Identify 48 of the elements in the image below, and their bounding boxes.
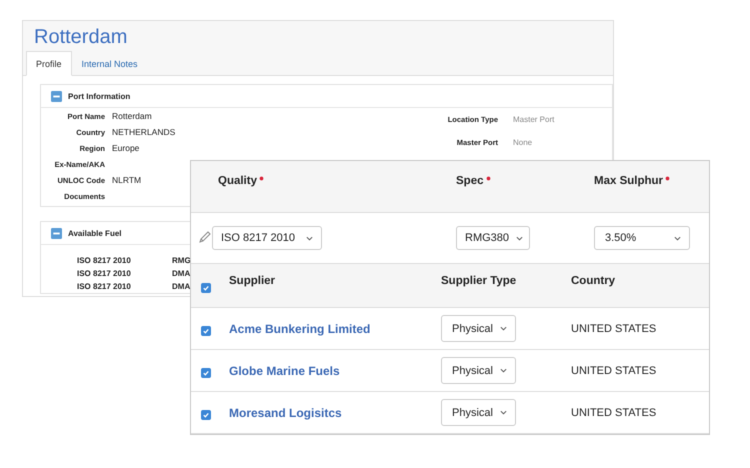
dropdown[interactable]: Physical xyxy=(441,315,516,342)
field-value: Europe xyxy=(112,143,140,153)
column-header: Supplier Type xyxy=(441,274,518,286)
checkbox[interactable] xyxy=(201,368,211,378)
column-header: Quality xyxy=(218,175,257,187)
chevron-down-icon xyxy=(674,236,681,240)
fuel-quality: ISO 8217 2010 xyxy=(77,282,132,291)
section-title: Port Information xyxy=(68,92,130,100)
field-value: Master Port xyxy=(513,115,554,124)
column-header: Max Sulphur xyxy=(594,175,664,187)
table-cell: UNITED STATES xyxy=(571,364,656,376)
supplier-link[interactable]: Acme Bunkering Limited xyxy=(229,322,370,336)
dropdown[interactable]: Physical xyxy=(441,357,516,384)
field-value: NLRTM xyxy=(112,175,142,185)
collapse-icon[interactable] xyxy=(51,228,62,238)
table-cell: UNITED STATES xyxy=(571,406,656,418)
chevron-down-icon xyxy=(500,368,507,373)
collapse-icon[interactable] xyxy=(51,90,62,102)
chevron-down-icon xyxy=(516,236,523,240)
fuel-spec: DMA xyxy=(172,269,190,278)
column-header: Supplier xyxy=(228,274,276,286)
chevron-down-icon xyxy=(500,326,507,331)
tab[interactable]: Profile xyxy=(26,51,72,76)
dropdown[interactable]: ISO 8217 2010 xyxy=(212,226,322,250)
table-cell: UNITED STATES xyxy=(571,322,656,334)
chevron-down-icon xyxy=(306,236,313,240)
chevron-down-icon xyxy=(500,410,507,415)
checkbox[interactable] xyxy=(201,283,211,293)
page-title: Rotterdam xyxy=(33,25,128,50)
checkbox[interactable] xyxy=(201,410,211,420)
dropdown[interactable]: Physical xyxy=(441,399,516,426)
fuel-spec: DMA xyxy=(172,282,190,291)
fuel-quality: ISO 8217 2010 xyxy=(77,256,132,265)
supplier-link[interactable]: Globe Marine Fuels xyxy=(229,364,340,378)
pencil-icon[interactable] xyxy=(198,230,212,244)
checkbox[interactable] xyxy=(201,326,211,336)
tab[interactable]: Internal Notes xyxy=(72,51,148,76)
fuel-quality: ISO 8217 2010 xyxy=(77,269,132,278)
dropdown[interactable]: 3.50% xyxy=(594,226,690,250)
supplier-link[interactable]: Moresand Logisitcs xyxy=(229,406,342,420)
fuel-spec: RMG xyxy=(172,256,191,265)
dropdown[interactable]: RMG380 xyxy=(456,226,530,250)
field-value: Rotterdam xyxy=(112,111,152,121)
field-value: None xyxy=(513,138,532,147)
field-value: NETHERLANDS xyxy=(112,127,176,137)
column-header: Spec xyxy=(456,175,484,187)
column-header: Country xyxy=(571,274,616,286)
section-title: Available Fuel xyxy=(68,228,122,238)
